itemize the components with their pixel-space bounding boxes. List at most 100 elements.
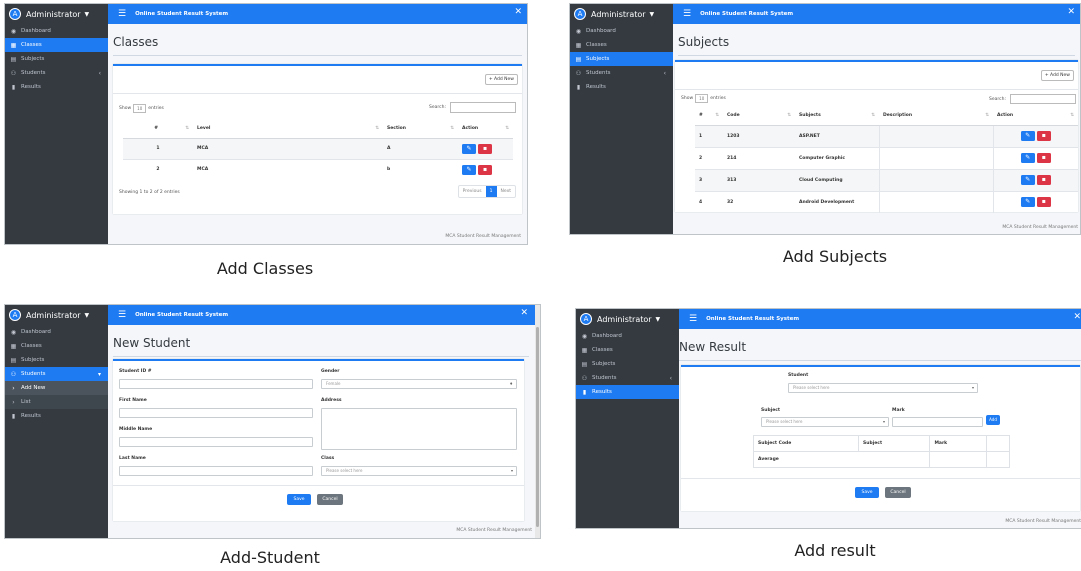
sort-icon: ⇅ [185, 125, 189, 131]
search-input[interactable] [450, 102, 516, 113]
close-icon[interactable]: ✕ [1067, 7, 1075, 17]
edit-button[interactable]: ✎ [1020, 197, 1035, 208]
delete-button[interactable]: ▪ [478, 143, 492, 154]
hamburger-icon[interactable]: ☰ [118, 310, 126, 320]
hamburger-icon[interactable]: ☰ [683, 9, 691, 19]
cancel-button[interactable]: Cancel [885, 487, 911, 498]
sidebar-item-classes[interactable]: ▦ Classes [5, 339, 108, 353]
action-cell: ✎ ▪ [993, 124, 1078, 147]
middle-name-field[interactable] [119, 437, 313, 447]
previous-page-button[interactable]: Previous [459, 186, 486, 197]
column-header[interactable]: Level ⇅ [193, 119, 383, 139]
table-cell: 1 [123, 137, 193, 159]
column-header[interactable]: Action ⇅ [993, 106, 1078, 126]
column-header[interactable]: Subjects ⇅ [795, 106, 879, 126]
sidebar-item-students[interactable]: ⚇ Students ‹ [576, 371, 679, 385]
sidebar-item-subjects[interactable]: ▤ Subjects [570, 52, 673, 66]
dropdown-arrow-icon: ♦ [509, 381, 513, 386]
first-name-label: First Name [119, 398, 147, 403]
file-icon: ▮ [11, 83, 16, 91]
hamburger-icon[interactable]: ☰ [118, 9, 126, 19]
address-textarea[interactable] [321, 408, 517, 450]
column-header[interactable]: Code ⇅ [723, 106, 795, 126]
sidebar-subitem-list[interactable]: › List [5, 395, 108, 409]
page-button[interactable]: 1 [485, 186, 497, 197]
gender-select[interactable]: Female ♦ [321, 379, 517, 389]
delete-button[interactable]: ▪ [1036, 153, 1051, 163]
mark-field[interactable] [892, 417, 983, 427]
next-page-button[interactable]: Next [497, 186, 515, 197]
save-button[interactable]: Save [855, 487, 879, 498]
edit-button[interactable]: ✎ [462, 164, 476, 175]
delete-button[interactable]: ▪ [1036, 175, 1051, 185]
delete-button[interactable]: ▪ [478, 164, 492, 175]
sidebar-item-dashboard[interactable]: ◉ Dashboard [576, 329, 679, 343]
add-new-button[interactable]: + Add New [484, 74, 518, 85]
search-input[interactable] [1010, 94, 1076, 104]
sidebar-item-results[interactable]: ▮ Results [5, 80, 108, 94]
column-header: Subject Code [752, 435, 860, 452]
column-header[interactable]: # ⇅ [695, 106, 723, 126]
sidebar-item-students[interactable]: ⚇ Students ‹ [570, 66, 673, 80]
subject-select[interactable]: Please select here ▾ [761, 417, 889, 427]
column-header[interactable]: Section ⇅ [383, 119, 458, 139]
sidebar-item-classes[interactable]: ▦ Classes [576, 343, 679, 357]
sidebar-item-dashboard[interactable]: ◉ Dashboard [5, 24, 108, 38]
sidebar-item-label: Subjects [592, 361, 616, 367]
sidebar-item-subjects[interactable]: ▤ Subjects [5, 52, 108, 66]
divider [113, 93, 522, 94]
save-button[interactable]: Save [287, 494, 311, 505]
sidebar-item-classes[interactable]: ▦ Classes [5, 38, 108, 52]
scrollbar[interactable] [535, 305, 540, 538]
add-button[interactable]: Add [986, 415, 1000, 425]
last-name-field[interactable] [119, 466, 313, 476]
scrollbar-thumb[interactable] [536, 327, 539, 527]
close-icon[interactable]: ✕ [514, 7, 522, 17]
edit-button[interactable]: ✎ [1020, 153, 1035, 163]
table-icon: ▦ [581, 346, 588, 354]
sidebar-item-students[interactable]: ⚇ Students ▾ [5, 367, 108, 381]
admin-menu[interactable]: A Administrator ▼ [576, 309, 679, 329]
column-header[interactable]: Action ⇅ [458, 119, 513, 139]
edit-button[interactable]: ✎ [462, 143, 476, 154]
add-new-button[interactable]: + Add New [1040, 70, 1074, 81]
table-row: 1 MCA A ✎ ▪ [123, 137, 513, 159]
admin-label: Administrator [597, 314, 652, 324]
admin-menu[interactable]: A Administrator ▼ [5, 4, 108, 24]
sort-icon: ⇅ [985, 112, 989, 118]
delete-button[interactable]: ▪ [1036, 197, 1051, 208]
gender-value: Female [326, 381, 341, 386]
admin-menu[interactable]: A Administrator ▼ [5, 305, 108, 325]
hamburger-icon[interactable]: ☰ [689, 314, 697, 324]
close-icon[interactable]: ✕ [1073, 312, 1081, 322]
admin-menu[interactable]: A Administrator ▼ [570, 4, 673, 24]
edit-button[interactable]: ✎ [1020, 131, 1035, 141]
sidebar-item-dashboard[interactable]: ◉ Dashboard [570, 24, 673, 38]
close-icon[interactable]: ✕ [520, 308, 528, 318]
edit-button[interactable]: ✎ [1020, 175, 1035, 185]
sidebar-subitem-add-new[interactable]: › Add New [5, 381, 108, 395]
action-cell: ✎ ▪ [458, 137, 513, 159]
caret-down-icon: ▼ [655, 315, 661, 323]
sidebar-item-dashboard[interactable]: ◉ Dashboard [5, 325, 108, 339]
sidebar-item-classes[interactable]: ▦ Classes [570, 38, 673, 52]
entries-select[interactable]: 10 [695, 94, 709, 103]
delete-button[interactable]: ▪ [1036, 131, 1051, 141]
cancel-button[interactable]: Cancel [317, 494, 343, 505]
admin-label: Administrator [26, 9, 81, 19]
avatar: A [580, 313, 592, 325]
sidebar-item-subjects[interactable]: ▤ Subjects [5, 353, 108, 367]
entries-select[interactable]: 10 [133, 104, 147, 113]
sidebar-item-results[interactable]: ▮ Results [5, 409, 108, 423]
column-header[interactable]: Description ⇅ [879, 106, 993, 126]
sidebar-item-results[interactable]: ▮ Results [570, 80, 673, 94]
student-id-field[interactable] [119, 379, 313, 389]
class-select[interactable]: Please select here ▾ [321, 466, 517, 476]
sidebar-item-results[interactable]: ▮ Results [576, 385, 679, 399]
sidebar-item-subjects[interactable]: ▤ Subjects [576, 357, 679, 371]
file-icon: ▮ [576, 83, 581, 91]
first-name-field[interactable] [119, 408, 313, 418]
student-select[interactable]: Please select here ▾ [788, 383, 978, 393]
column-header[interactable]: # ⇅ [123, 119, 193, 139]
sidebar-item-students[interactable]: ⚇ Students ‹ [5, 66, 108, 80]
